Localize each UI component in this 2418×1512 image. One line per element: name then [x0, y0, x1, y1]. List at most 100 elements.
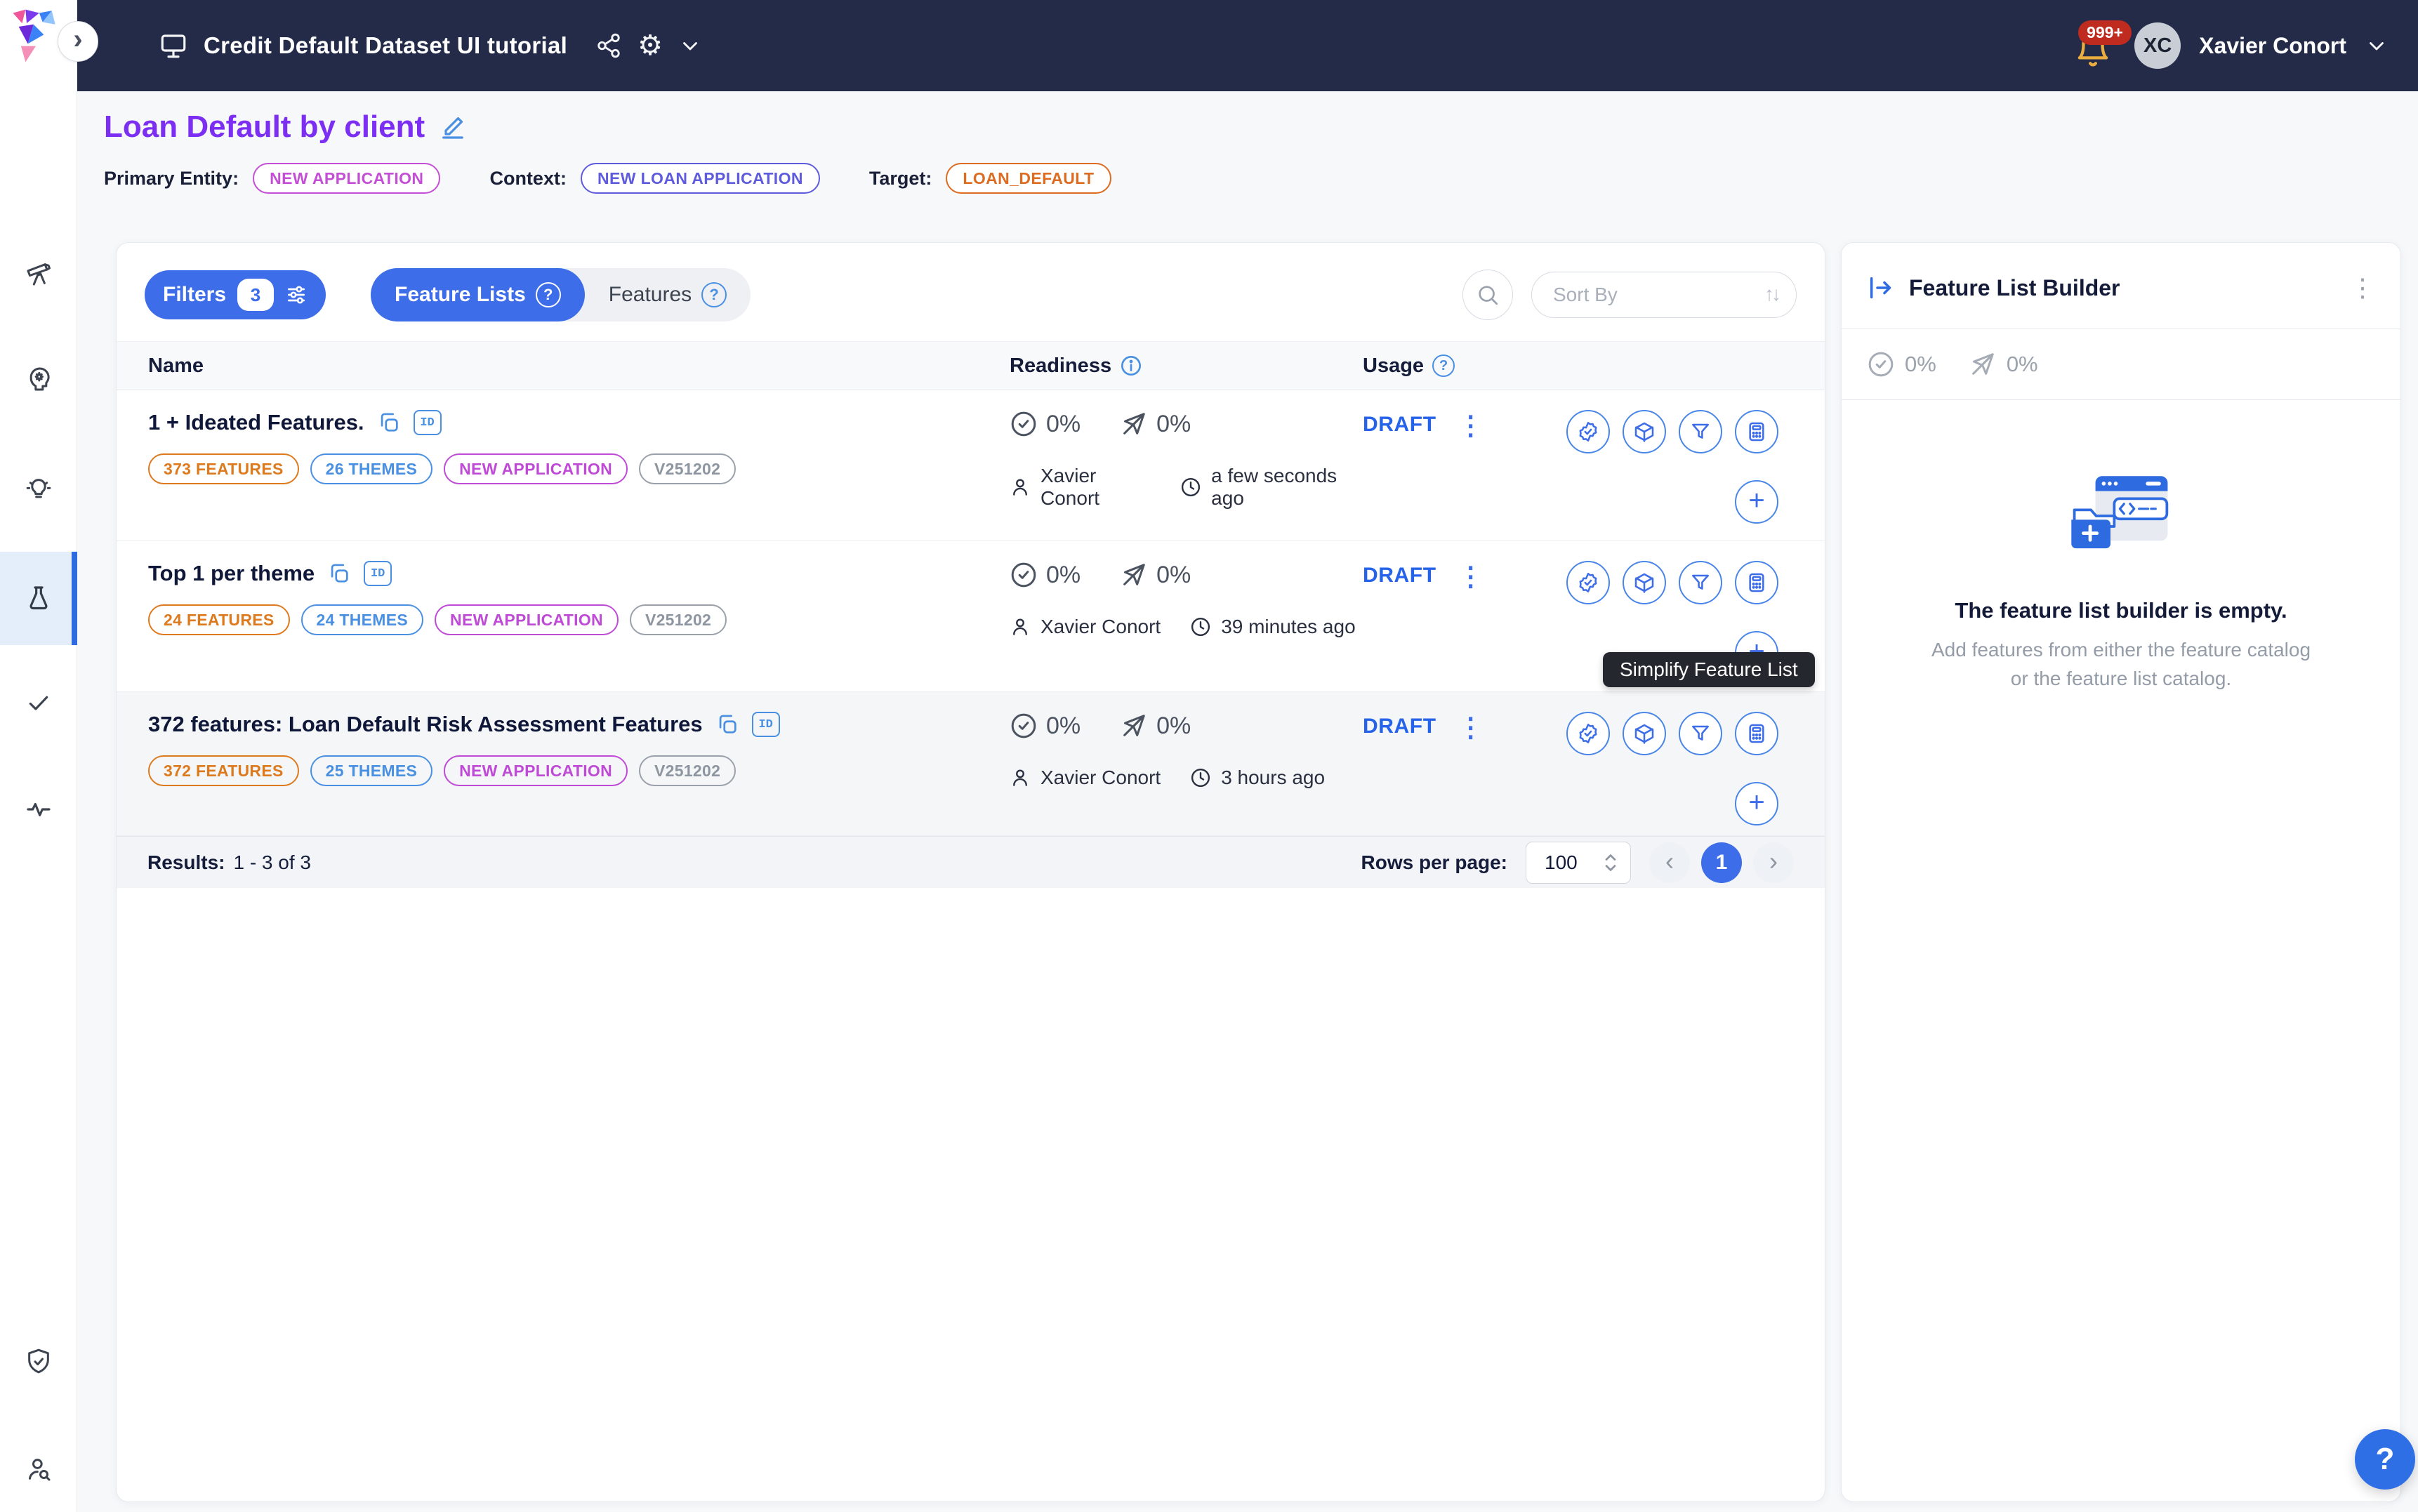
seal-check-icon [1577, 722, 1599, 745]
feature-list-name: 372 features: Loan Default Risk Assessme… [148, 712, 703, 737]
deploy-off-icon [1120, 410, 1148, 438]
feature-lists-panel: Filters 3 Feature Lists ? Features ? [116, 242, 1825, 1502]
list-type-tabs: Feature Lists ? Features ? [371, 268, 751, 321]
calculator-icon [1745, 571, 1768, 594]
funnel-icon [1689, 571, 1712, 594]
copy-icon[interactable] [377, 411, 401, 435]
row-menu-icon[interactable]: ⋮ [1458, 564, 1484, 590]
chevron-down-icon[interactable] [678, 34, 702, 58]
empty-state-subtitle-line2: or the feature list catalog. [1842, 665, 2400, 694]
user-menu-chevron-icon[interactable] [2365, 34, 2389, 58]
filter-action-button[interactable] [1679, 410, 1722, 453]
filters-button[interactable]: Filters 3 [145, 270, 326, 319]
check-circle-icon [1010, 561, 1038, 589]
id-icon[interactable]: ID [414, 410, 442, 435]
badge-check-action-button[interactable] [1566, 561, 1610, 604]
badge-check-action-button[interactable] [1566, 712, 1610, 755]
sort-arrows-icon: ↑↓ [1764, 283, 1778, 305]
calculator-action-button[interactable] [1735, 410, 1778, 453]
filter-action-button[interactable] [1679, 712, 1722, 755]
sort-by-input[interactable] [1531, 272, 1797, 318]
themes-count-badge: 24 THEMES [301, 604, 424, 635]
check-circle-icon [1010, 712, 1038, 740]
primary-entity-badge[interactable]: NEW APPLICATION [253, 163, 440, 194]
builder-production-percent: 0% [2007, 352, 2038, 377]
add-to-builder-button[interactable]: + [1735, 782, 1778, 825]
tab-features[interactable]: Features ? [585, 268, 751, 321]
notifications-bell[interactable]: 999+ [2074, 23, 2116, 68]
column-name-label: Name [148, 354, 204, 378]
gear-icon[interactable]: ⚙ [637, 32, 663, 60]
cube-action-button[interactable] [1623, 712, 1666, 755]
production-percent: 0% [1156, 562, 1191, 589]
sidebar-item-governance[interactable] [0, 1337, 77, 1386]
column-name[interactable]: Name [148, 354, 1010, 378]
table-header: Name Readiness Usage ? [117, 341, 1825, 390]
deploy-off-icon [1120, 712, 1148, 740]
table-row[interactable]: Top 1 per theme ID 24 FEATURES 24 THEMES… [117, 541, 1825, 692]
deploy-off-icon [1969, 350, 1997, 378]
builder-menu-icon[interactable]: ⋮ [2350, 275, 2375, 300]
left-sidebar [0, 0, 77, 1512]
features-count-badge: 24 FEATURES [148, 604, 290, 635]
sidebar-item-approve[interactable] [0, 677, 77, 727]
updated-time: 3 hours ago [1221, 767, 1325, 789]
column-usage[interactable]: Usage ? [1363, 354, 1566, 378]
tab-feature-lists[interactable]: Feature Lists ? [371, 268, 585, 321]
shield-check-icon [25, 1347, 53, 1375]
target-badge[interactable]: LOAN_DEFAULT [946, 163, 1111, 194]
edit-title-icon[interactable] [439, 113, 467, 141]
question-icon[interactable]: ? [1432, 354, 1455, 377]
avatar[interactable]: XC [2134, 22, 2181, 69]
tab-features-label: Features [609, 283, 692, 307]
add-to-builder-button[interactable]: + [1735, 480, 1778, 524]
spinner-arrows-icon[interactable] [1601, 850, 1620, 875]
entity-badge: NEW APPLICATION [435, 604, 619, 635]
help-button[interactable]: ? [2355, 1429, 2415, 1490]
pagination: ‹ 1 › [1649, 842, 1794, 883]
status-badge: DRAFT [1363, 564, 1436, 588]
column-readiness[interactable]: Readiness [1010, 354, 1363, 378]
badge-check-action-button[interactable] [1566, 410, 1610, 453]
next-page-button[interactable]: › [1753, 842, 1794, 883]
empty-state-subtitle-line1: Add features from either the feature cat… [1842, 636, 2400, 665]
user-name: Xavier Conort [2199, 33, 2346, 59]
sidebar-item-users[interactable] [0, 1445, 77, 1494]
filters-label: Filters [163, 283, 226, 307]
sidebar-item-experiment[interactable] [0, 573, 77, 623]
page-1-button[interactable]: 1 [1701, 842, 1742, 883]
owner-name: Xavier Conort [1040, 465, 1151, 510]
builder-panel-icon [1867, 274, 1895, 302]
copy-icon[interactable] [715, 712, 739, 736]
calculator-action-button[interactable] [1735, 712, 1778, 755]
sidebar-expand-button[interactable]: › [58, 21, 98, 62]
id-icon[interactable]: ID [364, 561, 392, 586]
sidebar-item-ideate[interactable] [0, 465, 77, 514]
sidebar-item-monitor[interactable] [0, 785, 77, 834]
calculator-action-button[interactable] [1735, 561, 1778, 604]
status-badge: DRAFT [1363, 715, 1436, 738]
cube-action-button[interactable] [1623, 561, 1666, 604]
id-icon[interactable]: ID [752, 712, 780, 737]
row-menu-icon[interactable]: ⋮ [1458, 715, 1484, 741]
search-button[interactable] [1462, 270, 1513, 320]
table-row[interactable]: 1 + Ideated Features. ID 373 FEATURES 26… [117, 390, 1825, 541]
feature-list-builder-panel: Feature List Builder ⋮ 0% 0% [1841, 242, 2401, 1502]
cube-action-button[interactable] [1623, 410, 1666, 453]
sidebar-item-explore[interactable] [0, 249, 77, 298]
copy-icon[interactable] [327, 562, 351, 585]
info-icon[interactable] [1120, 354, 1142, 377]
filter-action-button[interactable] [1679, 561, 1722, 604]
filters-count-badge: 3 [237, 279, 274, 311]
share-icon[interactable] [595, 32, 622, 59]
table-row[interactable]: 372 features: Loan Default Risk Assessme… [117, 692, 1825, 836]
empty-builder-illustration [1842, 475, 2400, 557]
clock-icon [1190, 616, 1211, 637]
previous-page-button[interactable]: ‹ [1649, 842, 1690, 883]
cube-icon [1633, 571, 1656, 594]
context-badge[interactable]: NEW LOAN APPLICATION [581, 163, 820, 194]
updated-time: 39 minutes ago [1221, 616, 1355, 638]
results-range: 1 - 3 of 3 [233, 851, 311, 874]
sidebar-item-modeling[interactable] [0, 354, 77, 404]
row-menu-icon[interactable]: ⋮ [1458, 413, 1484, 439]
